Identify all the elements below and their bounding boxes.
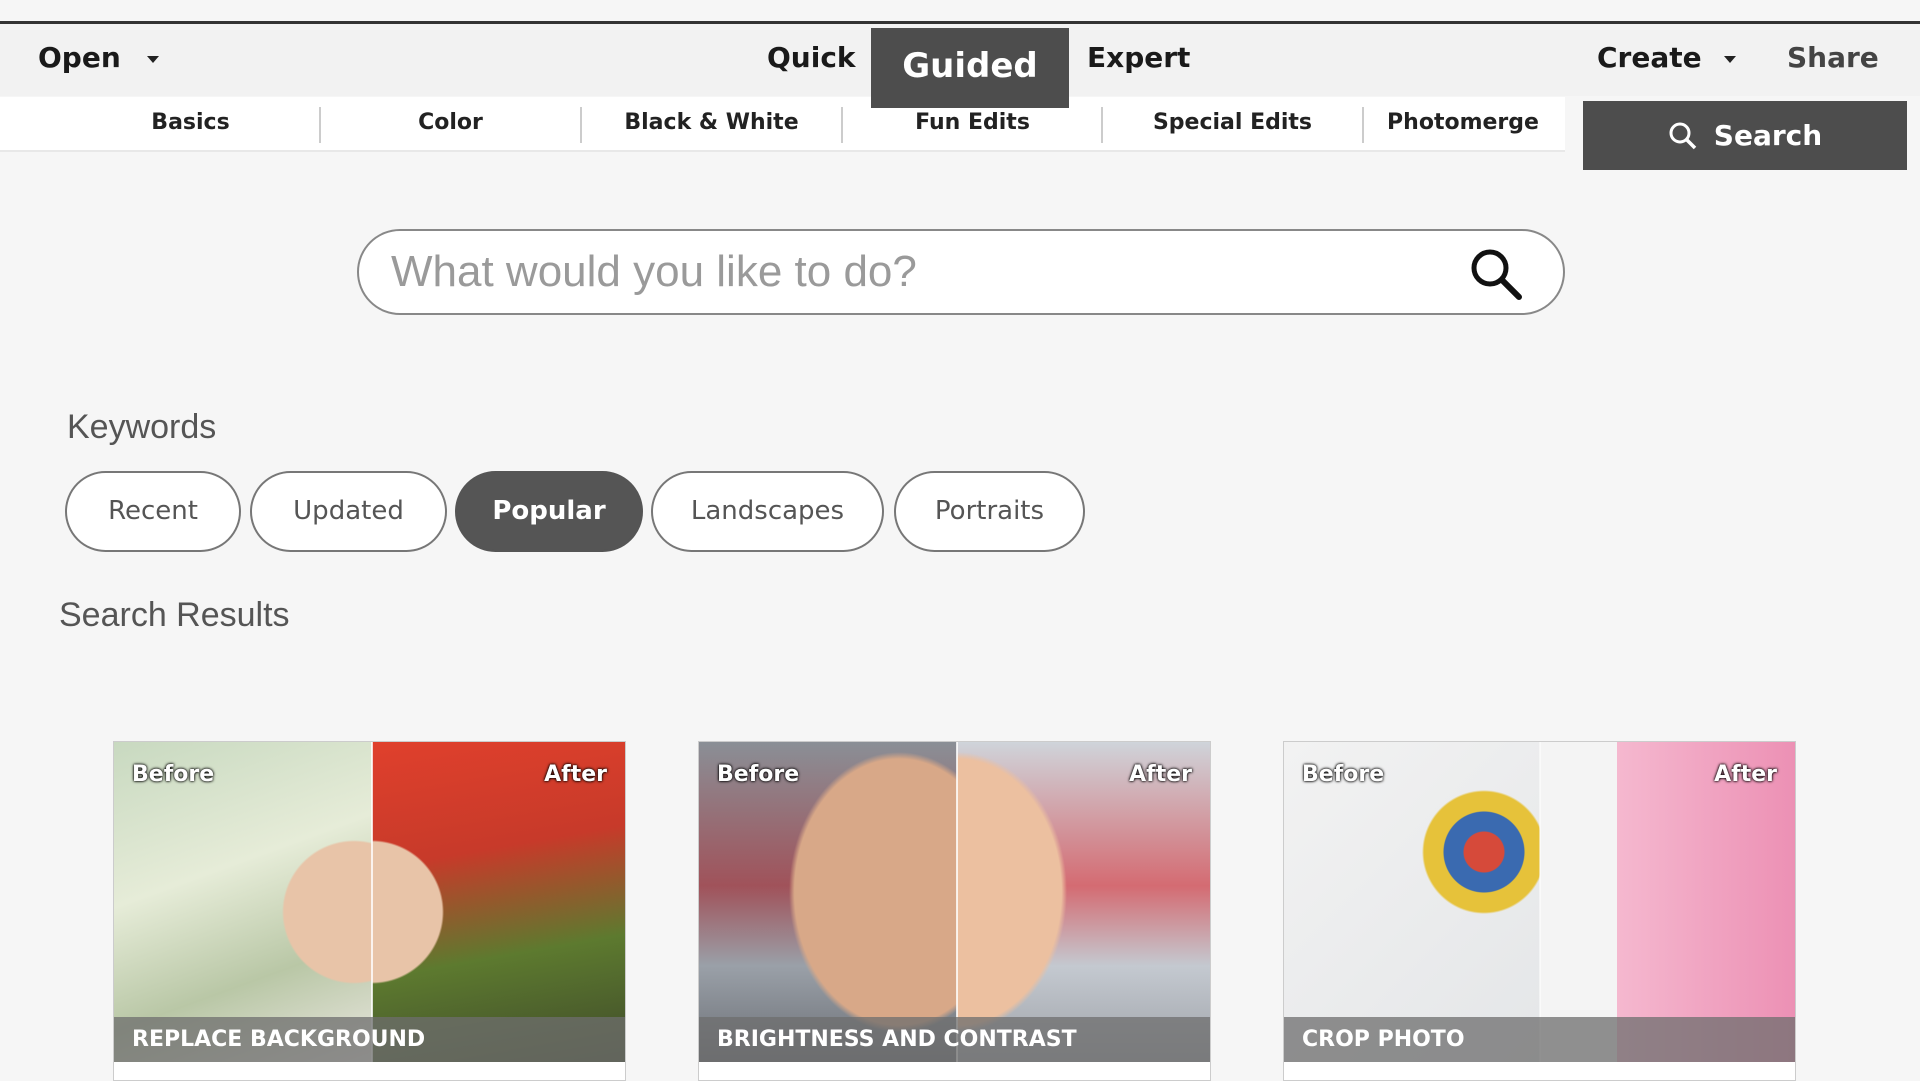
keywords-heading: Keywords: [67, 408, 217, 446]
nav-photomerge[interactable]: Photomerge: [1363, 97, 1563, 152]
before-after-image: [1284, 742, 1795, 1062]
before-after-image: [114, 742, 625, 1062]
card-title: REPLACE BACKGROUND: [114, 1017, 625, 1062]
open-label: Open: [38, 41, 121, 74]
before-label: Before: [1302, 762, 1385, 787]
open-menu[interactable]: Open: [38, 24, 159, 96]
create-menu[interactable]: Create: [1597, 24, 1736, 96]
result-card-crop-photo[interactable]: Before After CROP PHOTO: [1283, 741, 1796, 1081]
keyword-landscapes[interactable]: Landscapes: [651, 471, 884, 552]
result-card-replace-background[interactable]: Before After REPLACE BACKGROUND: [113, 741, 626, 1081]
search-results-heading: Search Results: [59, 596, 290, 634]
search-field[interactable]: [357, 229, 1565, 315]
chevron-down-icon: [1723, 55, 1736, 63]
before-label: Before: [717, 762, 800, 787]
after-label: After: [1714, 762, 1777, 787]
keyword-portraits[interactable]: Portraits: [894, 471, 1085, 552]
search-tab-button[interactable]: Search: [1583, 101, 1907, 170]
search-button-label: Search: [1713, 119, 1823, 152]
search-icon: [1669, 122, 1697, 149]
share-label: Share: [1787, 41, 1879, 74]
nav-black-white[interactable]: Black & White: [581, 97, 842, 152]
card-title: BRIGHTNESS AND CONTRAST: [699, 1017, 1210, 1062]
search-icon[interactable]: [1469, 247, 1523, 301]
before-after-image: [699, 742, 1210, 1062]
nav-special-edits[interactable]: Special Edits: [1102, 97, 1363, 152]
after-label: After: [544, 762, 607, 787]
share-menu[interactable]: Share: [1787, 24, 1920, 131]
keyword-recent[interactable]: Recent: [65, 471, 241, 552]
keyword-updated[interactable]: Updated: [250, 471, 447, 552]
tab-expert[interactable]: Expert: [1087, 24, 1190, 96]
keyword-popular[interactable]: Popular: [455, 471, 643, 552]
search-input[interactable]: [391, 241, 1451, 303]
create-label: Create: [1597, 41, 1702, 74]
card-title: CROP PHOTO: [1284, 1017, 1795, 1062]
category-nav: Basics Color Black & White Fun Edits Spe…: [0, 97, 1565, 152]
result-card-brightness-contrast[interactable]: Before After BRIGHTNESS AND CONTRAST: [698, 741, 1211, 1081]
tab-quick[interactable]: Quick: [767, 24, 856, 96]
after-label: After: [1129, 762, 1192, 787]
before-label: Before: [132, 762, 215, 787]
nav-color[interactable]: Color: [320, 97, 581, 152]
chevron-down-icon: [146, 55, 159, 63]
nav-basics[interactable]: Basics: [60, 97, 321, 152]
tab-guided[interactable]: Guided: [871, 28, 1069, 108]
